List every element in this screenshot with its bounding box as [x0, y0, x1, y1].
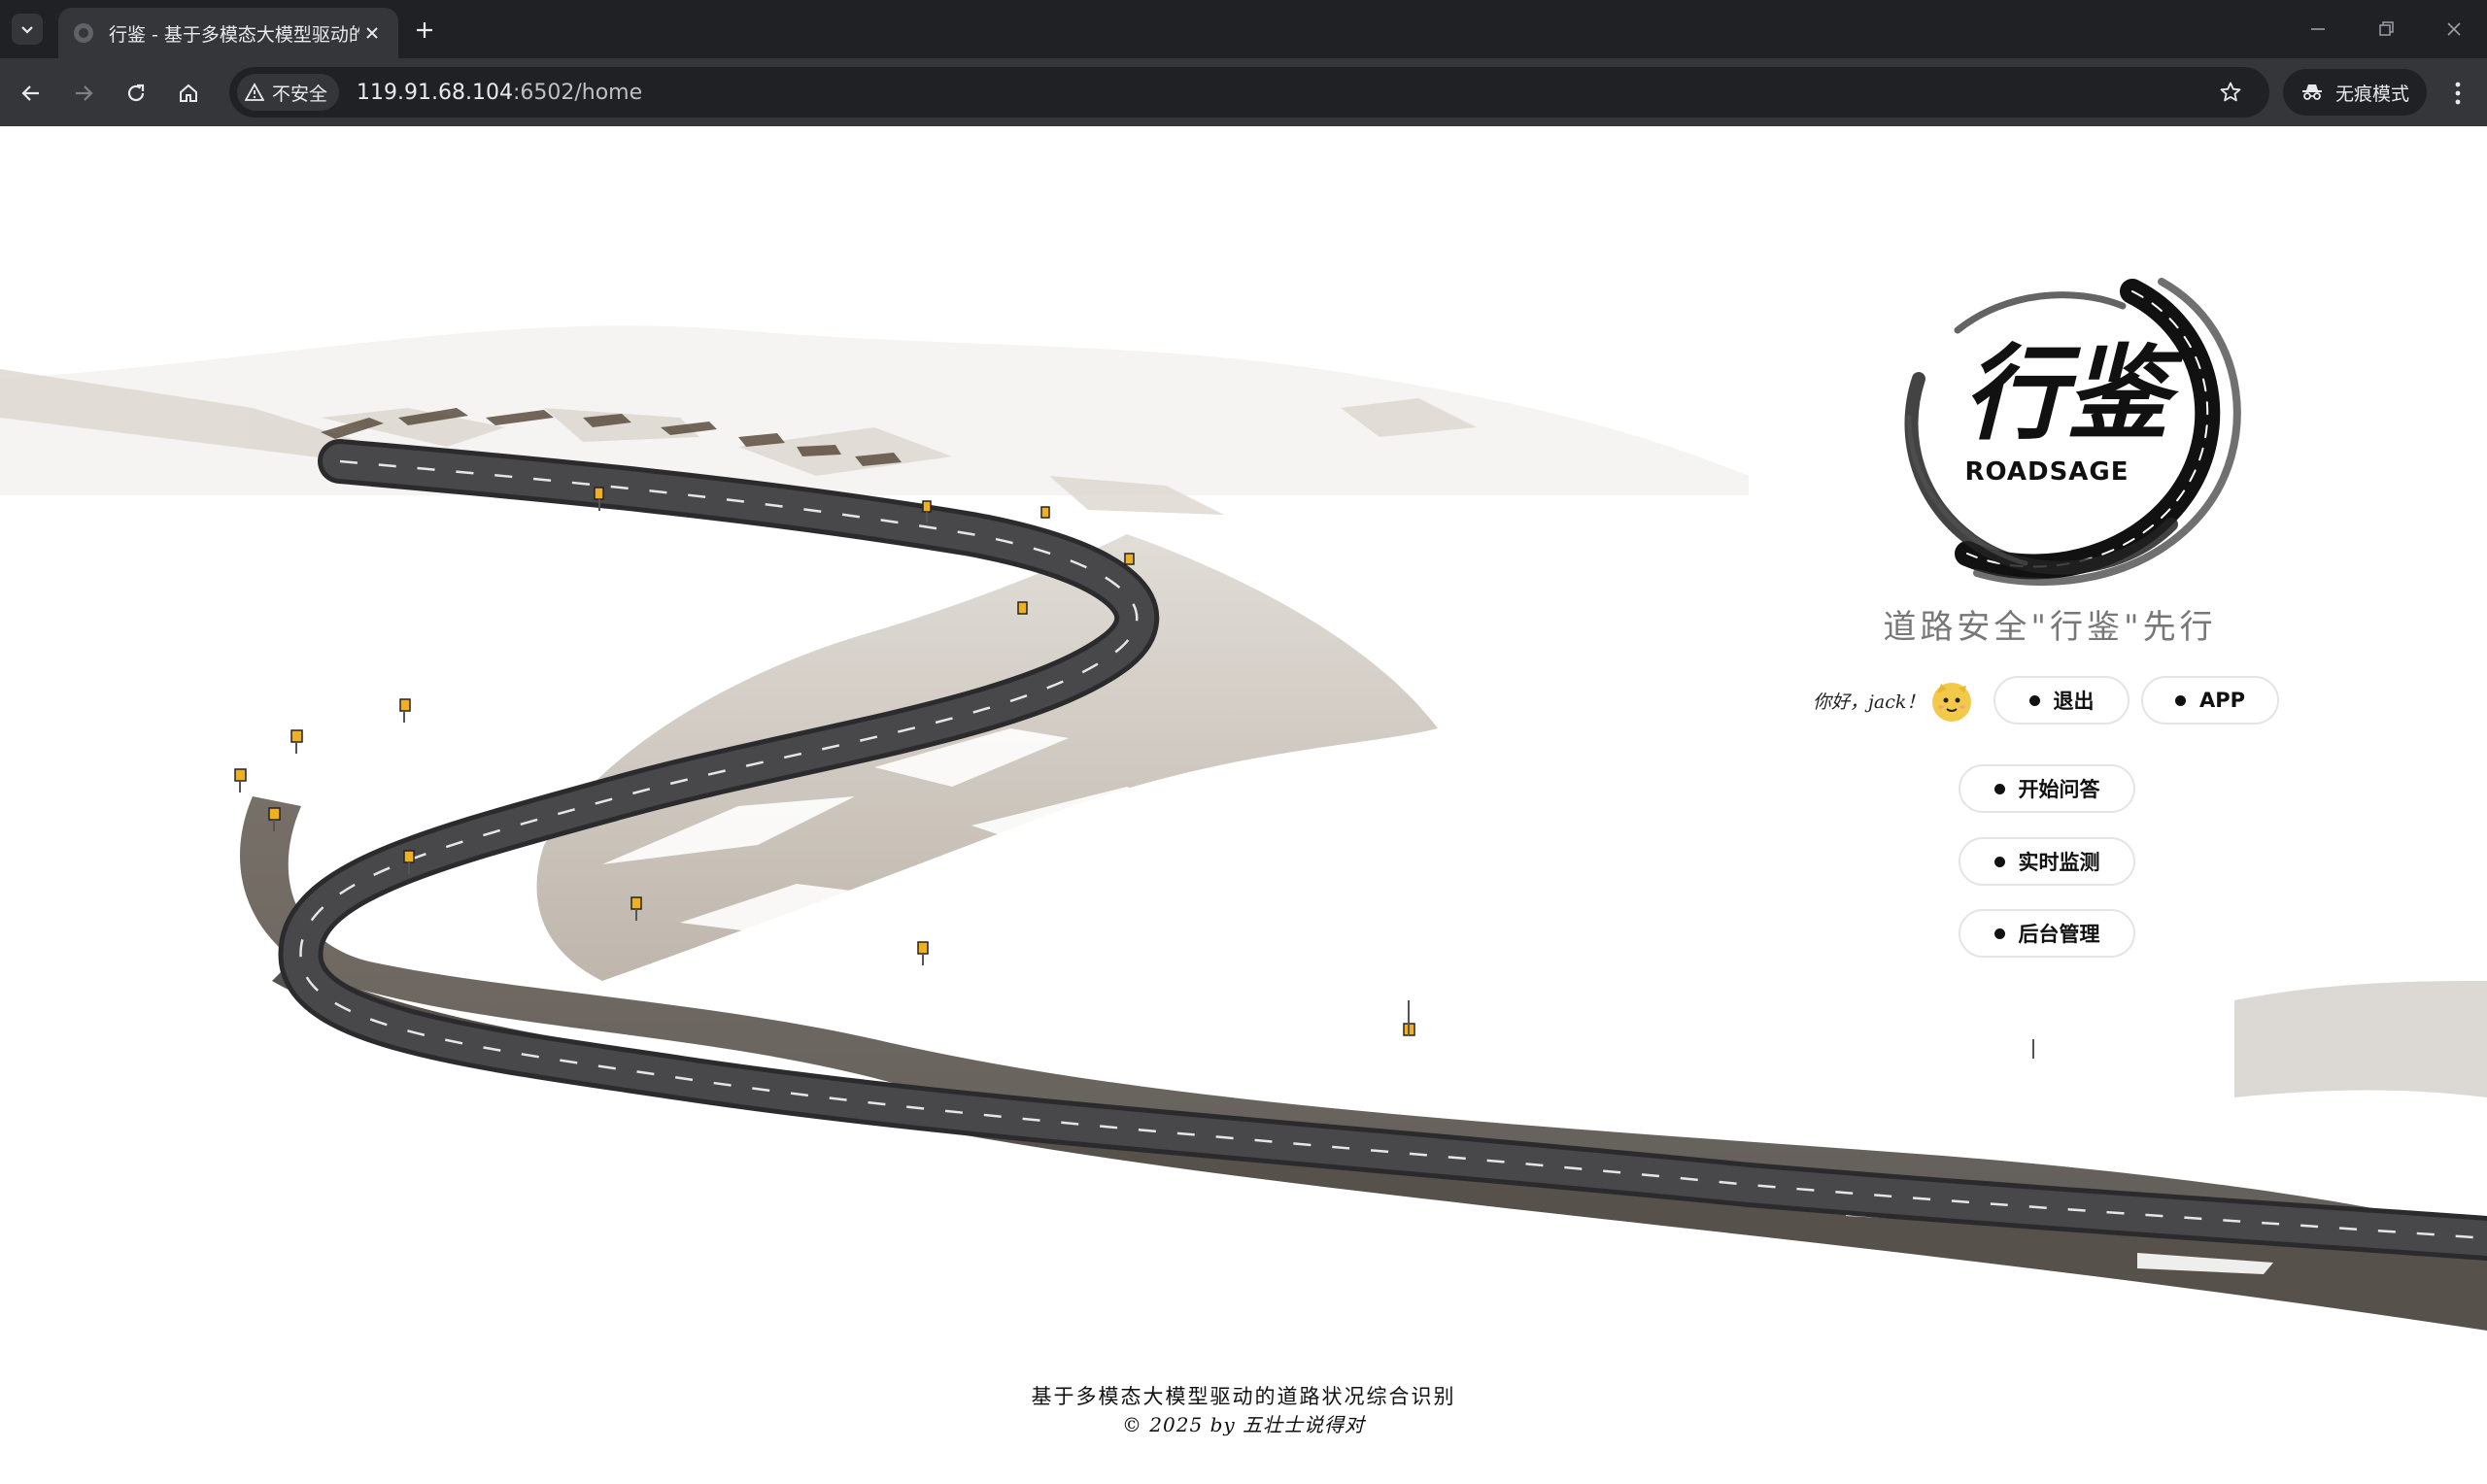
- start-qa-label: 开始问答: [2018, 778, 2100, 801]
- security-chip[interactable]: 不安全: [237, 74, 340, 111]
- footer-copyright: © 2025 by 五壮士说得对: [1121, 1413, 1366, 1436]
- star-icon: [2220, 82, 2241, 102]
- back-arrow-icon: [21, 85, 39, 101]
- bullet-dot-icon: [1993, 783, 2005, 794]
- incognito-indicator[interactable]: 无痕模式: [2283, 69, 2428, 116]
- window-close-button[interactable]: [2425, 10, 2483, 49]
- security-label: 不安全: [272, 83, 328, 105]
- bullet-dot-icon: [2028, 694, 2040, 706]
- warning-triangle-icon: [245, 83, 264, 101]
- logout-button[interactable]: 退出: [1993, 676, 2129, 725]
- user-greeting: 你好，jack！: [1813, 691, 1925, 713]
- page-content: 行鉴 ROADSAGE 道路安全"行鉴"先行 你好，jack！ 退出 APP 开…: [0, 126, 2487, 1484]
- close-icon: [366, 27, 378, 39]
- start-qa-button[interactable]: 开始问答: [1959, 764, 2135, 813]
- url-host: 119.91.68.104: [357, 80, 513, 105]
- home-button[interactable]: [169, 74, 208, 113]
- logo-subtitle: ROADSAGE: [1964, 457, 2129, 487]
- footer-title: 基于多模态大模型驱动的道路状况综合识别: [1031, 1385, 1456, 1408]
- browser-toolbar: 不安全 119.91.68.104:6502/home 无痕模式: [0, 58, 2487, 126]
- logout-label: 退出: [2053, 690, 2095, 713]
- active-tab[interactable]: 行鉴 - 基于多模态大模型驱动的: [58, 8, 398, 58]
- minimize-button[interactable]: [2289, 10, 2347, 49]
- tab-search-button[interactable]: [12, 14, 43, 45]
- window-close-icon: [2447, 22, 2461, 36]
- admin-label: 后台管理: [2018, 923, 2100, 946]
- forward-arrow-icon: [76, 85, 93, 101]
- chevron-down-icon: [21, 26, 33, 34]
- tab-close-button[interactable]: [359, 20, 385, 46]
- cartoon-avatar-icon[interactable]: [1929, 680, 1974, 725]
- tab-title: 行鉴 - 基于多模态大模型驱动的: [109, 23, 359, 46]
- url-text[interactable]: 119.91.68.104:6502/home: [357, 81, 642, 105]
- roadsage-logo: 行鉴 ROADSAGE: [1904, 278, 2241, 587]
- reload-button[interactable]: [117, 74, 155, 113]
- bullet-dot-icon: [1993, 928, 2005, 939]
- bullet-dot-icon: [2174, 694, 2186, 706]
- forward-button[interactable]: [64, 74, 103, 113]
- restore-button[interactable]: [2357, 10, 2415, 49]
- minimize-icon: [2311, 28, 2325, 30]
- home-icon: [180, 84, 197, 102]
- bookmark-button[interactable]: [2213, 75, 2248, 110]
- back-button[interactable]: [12, 74, 51, 113]
- realtime-monitor-label: 实时监测: [2018, 851, 2100, 874]
- incognito-label: 无痕模式: [2335, 83, 2410, 105]
- browser-menu-button[interactable]: [2440, 74, 2475, 113]
- bullet-dot-icon: [1993, 856, 2005, 867]
- more-vert-icon: [2455, 82, 2461, 105]
- incognito-icon: [2302, 84, 2322, 100]
- realtime-monitor-button[interactable]: 实时监测: [1959, 837, 2135, 886]
- app-button[interactable]: APP: [2141, 676, 2279, 725]
- url-path: :6502/home: [512, 80, 643, 105]
- restore-icon: [2379, 21, 2394, 36]
- app-label: APP: [2198, 689, 2246, 712]
- reload-icon: [127, 84, 145, 102]
- logo-title: 行鉴: [1963, 332, 2185, 454]
- new-tab-button[interactable]: [408, 14, 441, 47]
- address-bar[interactable]: 不安全 119.91.68.104:6502/home: [229, 67, 2269, 118]
- admin-button[interactable]: 后台管理: [1959, 909, 2135, 958]
- favicon-icon: [74, 23, 93, 43]
- slogan: 道路安全"行鉴"先行: [1883, 608, 2217, 647]
- browser-tabstrip: 行鉴 - 基于多模态大模型驱动的: [0, 0, 2487, 58]
- plus-icon: [417, 22, 432, 38]
